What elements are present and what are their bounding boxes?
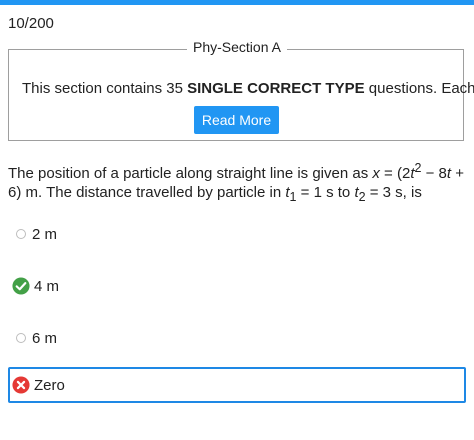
section-description: This section contains 35 SINGLE CORRECT …	[22, 80, 474, 97]
radio-icon	[16, 229, 26, 239]
option-label: Zero	[34, 376, 65, 394]
read-more-button[interactable]: Read More	[194, 106, 279, 134]
option-label: 2 m	[32, 225, 58, 243]
cross-circle-icon	[12, 376, 30, 394]
option-d[interactable]: Zero	[8, 367, 466, 403]
question-text: The position of a particle along straigh…	[8, 161, 464, 204]
radio-icon	[16, 333, 26, 343]
option-c[interactable]: 6 m	[8, 321, 466, 355]
section-title: Phy-Section A	[187, 39, 287, 55]
option-label: 6 m	[32, 329, 58, 347]
option-label: 4 m	[34, 277, 60, 295]
check-circle-icon	[12, 277, 30, 295]
top-progress-bar	[0, 0, 474, 5]
option-b[interactable]: 4 m	[8, 269, 466, 303]
question-counter: 10/200	[8, 15, 54, 32]
option-a[interactable]: 2 m	[8, 217, 466, 251]
